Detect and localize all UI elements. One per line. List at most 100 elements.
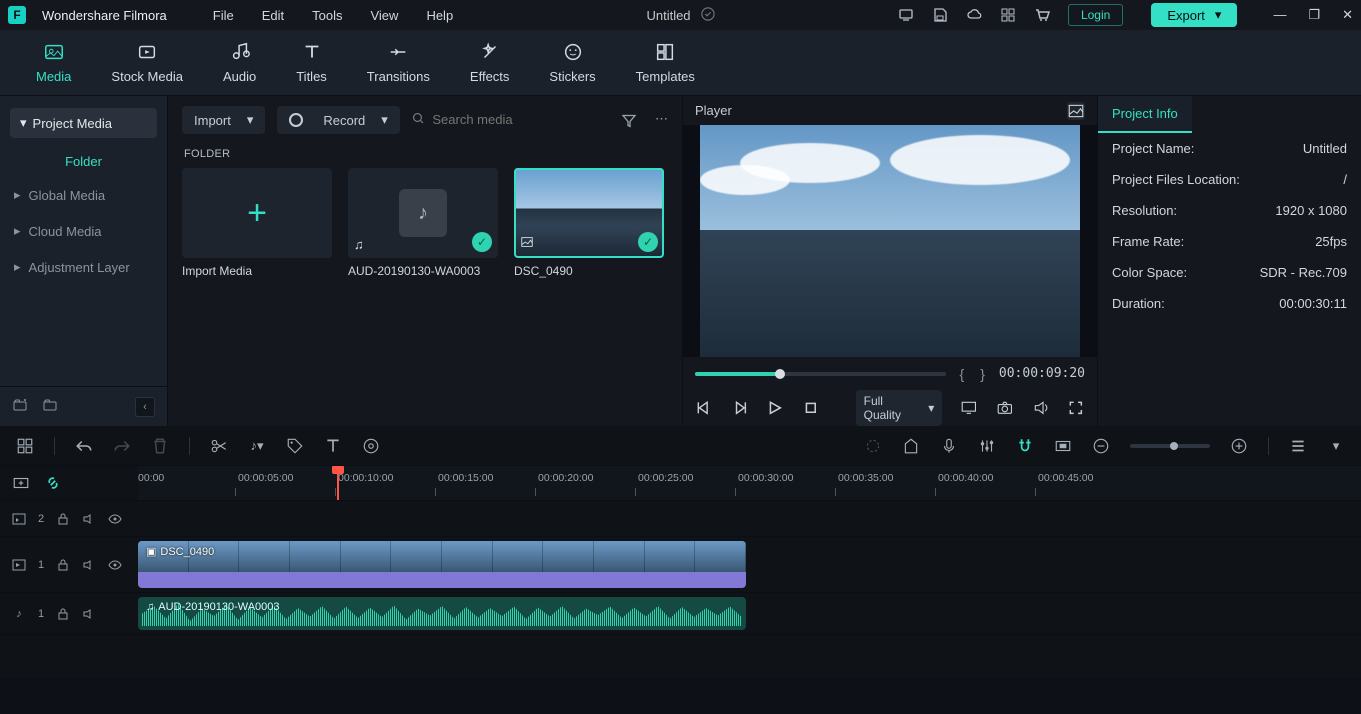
mixer-icon[interactable] bbox=[978, 437, 996, 455]
target-icon[interactable] bbox=[864, 437, 882, 455]
step-back-button[interactable] bbox=[695, 399, 713, 417]
ribbon-transitions[interactable]: Transitions bbox=[367, 41, 430, 84]
ribbon-templates[interactable]: Templates bbox=[636, 41, 695, 84]
snapshot-icon[interactable] bbox=[1067, 102, 1085, 120]
sidebar-global-media[interactable]: ▸Global Media bbox=[0, 177, 167, 213]
fit-icon[interactable] bbox=[1054, 437, 1072, 455]
player-scrubber[interactable] bbox=[695, 372, 946, 376]
mark-in-button[interactable]: { bbox=[958, 366, 967, 382]
preview-area bbox=[683, 125, 1097, 357]
list-view-icon[interactable] bbox=[1289, 437, 1307, 455]
sidebar-cloud-media[interactable]: ▸Cloud Media bbox=[0, 213, 167, 249]
menu-edit[interactable]: Edit bbox=[262, 8, 284, 23]
text-tool-icon[interactable] bbox=[324, 437, 342, 455]
ruler-row: 00:00 00:00:05:00 00:00:10:00 00:00:15:0… bbox=[0, 466, 1361, 500]
media-item-image[interactable]: ✓ DSC_0490 bbox=[514, 168, 664, 278]
chevron-down-icon: ▾ bbox=[1215, 7, 1222, 23]
time-ruler[interactable]: 00:00 00:00:05:00 00:00:10:00 00:00:15:0… bbox=[138, 466, 1361, 500]
ribbon-stock[interactable]: Stock Media bbox=[111, 41, 183, 84]
grid-layout-icon[interactable] bbox=[16, 437, 34, 455]
mark-out-button[interactable]: } bbox=[978, 366, 987, 382]
mute-icon[interactable] bbox=[82, 512, 96, 526]
ribbon-media[interactable]: Media bbox=[36, 41, 71, 84]
cloud-icon[interactable] bbox=[966, 7, 982, 23]
apps-grid-icon[interactable] bbox=[1000, 7, 1016, 23]
zoom-in-button[interactable] bbox=[1230, 437, 1248, 455]
play-button[interactable] bbox=[766, 399, 784, 417]
record-dropdown[interactable]: Record▾ bbox=[277, 106, 399, 134]
folder-icon[interactable] bbox=[42, 397, 58, 416]
cart-icon[interactable] bbox=[1034, 7, 1050, 23]
video-clip[interactable]: ▣DSC_0490 bbox=[138, 541, 746, 588]
export-button[interactable]: Export ▾ bbox=[1151, 3, 1237, 27]
filter-icon[interactable] bbox=[621, 111, 637, 130]
collapse-sidebar-button[interactable]: ‹ bbox=[135, 397, 155, 417]
ribbon-stickers[interactable]: Stickers bbox=[549, 41, 595, 84]
video-clip-label: DSC_0490 bbox=[160, 546, 214, 558]
mic-icon[interactable] bbox=[940, 437, 958, 455]
sidebar-global-label: Global Media bbox=[29, 188, 106, 203]
maximize-button[interactable]: ❐ bbox=[1308, 7, 1320, 23]
close-button[interactable]: ✕ bbox=[1342, 7, 1353, 23]
stop-button[interactable] bbox=[802, 399, 820, 417]
search-input[interactable] bbox=[432, 112, 609, 127]
minimize-button[interactable]: — bbox=[1273, 7, 1286, 23]
menu-tools[interactable]: Tools bbox=[312, 8, 342, 23]
folder-tab[interactable]: Folder bbox=[65, 154, 102, 169]
lock-icon[interactable] bbox=[56, 512, 70, 526]
device-icon[interactable] bbox=[898, 7, 914, 23]
link-icon[interactable] bbox=[44, 474, 62, 492]
lock-icon[interactable] bbox=[56, 558, 70, 572]
player-timecode: 00:00:09:20 bbox=[999, 366, 1085, 381]
ribbon-effects-label: Effects bbox=[470, 69, 510, 84]
step-forward-button[interactable] bbox=[731, 399, 749, 417]
marker-icon[interactable] bbox=[902, 437, 920, 455]
color-wheel-icon[interactable] bbox=[362, 437, 380, 455]
fullscreen-icon[interactable] bbox=[1067, 399, 1085, 417]
zoom-slider[interactable] bbox=[1130, 444, 1210, 448]
preview-frame[interactable] bbox=[700, 125, 1080, 357]
snap-icon[interactable] bbox=[1016, 437, 1034, 455]
menu-file[interactable]: File bbox=[213, 8, 234, 23]
sidebar-adjustment[interactable]: ▸Adjustment Layer bbox=[0, 249, 167, 285]
image-type-icon bbox=[520, 235, 534, 252]
camera-icon[interactable] bbox=[996, 399, 1014, 417]
ruler-tick: 00:00:40:00 bbox=[938, 472, 993, 484]
media-item-image-caption: DSC_0490 bbox=[514, 264, 664, 278]
audio-clip[interactable]: ♫ AUD-20190130-WA0003 bbox=[138, 597, 746, 630]
audio-type-icon: ♫ bbox=[146, 601, 154, 613]
display-icon[interactable] bbox=[960, 399, 978, 417]
lock-icon[interactable] bbox=[56, 607, 70, 621]
menu-help[interactable]: Help bbox=[426, 8, 453, 23]
zoom-out-button[interactable] bbox=[1092, 437, 1110, 455]
audio-tool-icon[interactable]: ♪▾ bbox=[248, 438, 266, 454]
import-dropdown[interactable]: Import▾ bbox=[182, 106, 265, 134]
eye-icon[interactable] bbox=[108, 512, 122, 526]
quality-dropdown[interactable]: Full Quality▾ bbox=[856, 390, 943, 426]
redo-button[interactable] bbox=[113, 437, 131, 455]
import-media-tile[interactable]: + Import Media bbox=[182, 168, 332, 278]
eye-icon[interactable] bbox=[108, 558, 122, 572]
chevron-down-icon[interactable]: ▾ bbox=[1327, 438, 1345, 454]
project-info-tab[interactable]: Project Info bbox=[1098, 96, 1192, 133]
project-media-chip[interactable]: ▾ Project Media bbox=[10, 108, 157, 138]
mute-icon[interactable] bbox=[82, 558, 96, 572]
add-track-icon[interactable] bbox=[12, 474, 30, 492]
volume-icon[interactable] bbox=[1032, 399, 1050, 417]
window-controls: — ❐ ✕ bbox=[1273, 7, 1353, 23]
media-item-audio[interactable]: ♪ ♫ ✓ AUD-20190130-WA0003 bbox=[348, 168, 498, 278]
ribbon-titles[interactable]: Titles bbox=[296, 41, 327, 84]
mute-icon[interactable] bbox=[82, 607, 96, 621]
delete-button[interactable] bbox=[151, 437, 169, 455]
ribbon-effects[interactable]: Effects bbox=[470, 41, 510, 84]
audio-clip-label: AUD-20190130-WA0003 bbox=[158, 601, 279, 613]
undo-button[interactable] bbox=[75, 437, 93, 455]
tag-icon[interactable] bbox=[286, 437, 304, 455]
menu-view[interactable]: View bbox=[370, 8, 398, 23]
ribbon-audio[interactable]: Audio bbox=[223, 41, 256, 84]
split-icon[interactable] bbox=[210, 437, 228, 455]
more-icon[interactable]: ⋯ bbox=[655, 111, 668, 130]
add-bin-icon[interactable] bbox=[12, 397, 28, 416]
save-icon[interactable] bbox=[932, 7, 948, 23]
login-button[interactable]: Login bbox=[1068, 4, 1123, 26]
